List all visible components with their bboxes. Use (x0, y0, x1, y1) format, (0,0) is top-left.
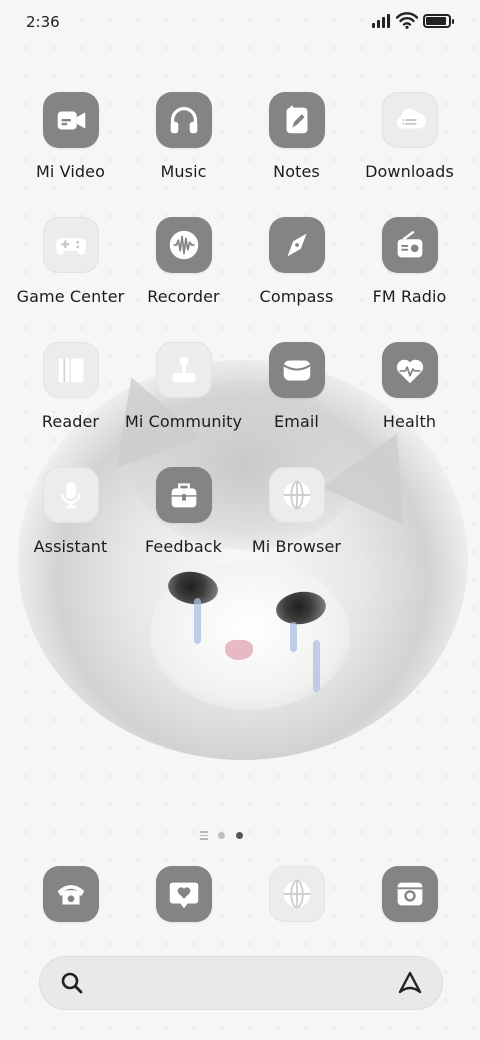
app-assistant[interactable]: Assistant (14, 465, 127, 575)
dock-browser[interactable] (240, 864, 353, 924)
dock-camera[interactable] (353, 864, 466, 924)
app-health[interactable]: Health (353, 340, 466, 450)
page-dot-active (236, 832, 243, 839)
camera-icon (381, 866, 438, 922)
app-label: FM Radio (372, 287, 447, 306)
battery-icon (423, 14, 454, 28)
search-bar[interactable] (39, 956, 443, 1010)
app-mi-video[interactable]: Mi Video (14, 90, 127, 200)
app-mi-community[interactable]: Mi Community (124, 340, 243, 450)
app-recorder[interactable]: Recorder (127, 215, 240, 325)
globe-icon (268, 866, 325, 922)
app-label: Mi Community (124, 412, 243, 431)
waveform-icon (155, 217, 212, 273)
page-dot-inactive (218, 832, 225, 839)
battery-level (426, 17, 446, 25)
app-compass[interactable]: Compass (240, 215, 353, 325)
app-label: Notes (273, 162, 320, 181)
status-time: 2:36 (26, 13, 60, 31)
cloud-download-icon (381, 92, 438, 148)
app-label: Compass (259, 287, 334, 306)
toolbox-icon (155, 467, 212, 523)
app-feedback[interactable]: Feedback (127, 465, 240, 575)
globe-icon (268, 467, 325, 523)
app-label: Recorder (147, 287, 220, 306)
app-label: Downloads (365, 162, 454, 181)
app-label: Game Center (16, 287, 125, 306)
app-label: Health (382, 412, 437, 431)
kitten-right-eye (274, 588, 328, 628)
app-label: Feedback (145, 537, 222, 556)
wifi-icon (396, 12, 418, 29)
app-mi-browser[interactable]: Mi Browser (240, 465, 353, 575)
message-heart-icon (155, 866, 212, 922)
search-icon (61, 972, 83, 994)
app-label: Mi Browser (251, 537, 342, 556)
book-icon (42, 342, 99, 398)
phone-icon (42, 866, 99, 922)
dock-phone[interactable] (14, 864, 127, 924)
signal-icon (372, 14, 392, 28)
status-bar: 2:36 (0, 0, 480, 44)
dock-messages[interactable] (127, 864, 240, 924)
assistant-logo-icon[interactable] (395, 968, 425, 998)
video-camera-icon (42, 92, 99, 148)
app-label: Assistant (33, 537, 108, 556)
app-email[interactable]: Email (240, 340, 353, 450)
note-pencil-icon (268, 92, 325, 148)
app-label: Music (160, 162, 207, 181)
heart-pulse-icon (381, 342, 438, 398)
app-music[interactable]: Music (127, 90, 240, 200)
app-game-center[interactable]: Game Center (14, 215, 127, 325)
kitten-nose (225, 640, 253, 660)
kitten-tear (194, 598, 201, 644)
envelope-icon (268, 342, 325, 398)
app-label: Email (274, 412, 319, 431)
app-notes[interactable]: Notes (240, 90, 353, 200)
page-indicator[interactable] (200, 830, 248, 842)
kitten-tear (290, 622, 297, 652)
app-label: Reader (41, 412, 100, 431)
app-label: Mi Video (36, 162, 105, 181)
compass-needle-icon (268, 217, 325, 273)
gamepad-icon (42, 217, 99, 273)
kitten-tear (313, 640, 320, 692)
app-reader[interactable]: Reader (14, 340, 127, 450)
menu-lines-icon (200, 831, 208, 840)
radio-icon (381, 217, 438, 273)
app-fm-radio[interactable]: FM Radio (353, 215, 466, 325)
joystick-icon (155, 342, 212, 398)
microphone-icon (42, 467, 99, 523)
headphones-icon (155, 92, 212, 148)
kitten-face (150, 560, 350, 710)
app-downloads[interactable]: Downloads (353, 90, 466, 200)
